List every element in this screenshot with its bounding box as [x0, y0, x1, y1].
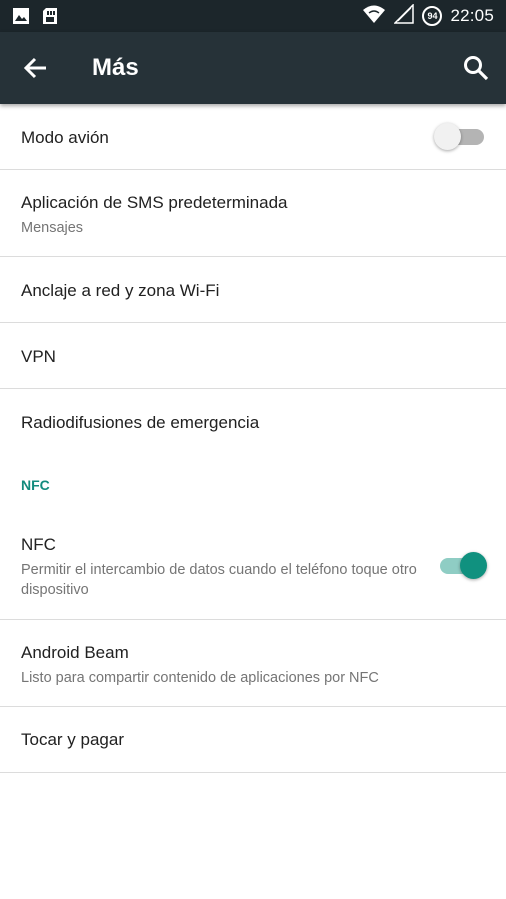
- list-item-tap-and-pay[interactable]: Tocar y pagar: [0, 707, 506, 773]
- item-summary: Permitir el intercambio de datos cuando …: [21, 562, 417, 598]
- image-icon: [12, 7, 30, 30]
- signal-icon: [393, 2, 415, 29]
- search-button[interactable]: [462, 54, 490, 82]
- item-label: VPN: [21, 347, 56, 366]
- page-title: Más: [92, 54, 139, 81]
- list-item-nfc[interactable]: NFC Permitir el intercambio de datos cua…: [0, 521, 506, 620]
- battery-icon: 94: [422, 6, 443, 26]
- item-label: Tocar y pagar: [21, 730, 124, 749]
- status-time: 22:05: [450, 6, 494, 25]
- sd-card-icon: [42, 7, 58, 30]
- item-summary: Listo para compartir contenido de aplica…: [21, 670, 379, 686]
- nfc-switch[interactable]: [438, 549, 487, 583]
- item-label: Anclaje a red y zona Wi-Fi: [21, 281, 220, 300]
- back-button[interactable]: [20, 54, 52, 82]
- list-item-default-sms-app[interactable]: Aplicación de SMS predeterminada Mensaje…: [0, 170, 506, 257]
- item-label: NFC: [21, 535, 56, 554]
- section-header-label: NFC: [21, 477, 50, 493]
- list-item-airplane-mode[interactable]: Modo avión: [0, 104, 506, 170]
- search-icon: [462, 56, 490, 86]
- list-item-emergency-broadcasts[interactable]: Radiodifusiones de emergencia: [0, 389, 506, 455]
- switch-thumb: [434, 123, 461, 150]
- wifi-icon: [362, 4, 386, 29]
- status-bar: 94 22:05: [0, 0, 506, 32]
- list-item-tethering-hotspot[interactable]: Anclaje a red y zona Wi-Fi: [0, 257, 506, 323]
- list-item-android-beam[interactable]: Android Beam Listo para compartir conten…: [0, 620, 506, 707]
- arrow-left-icon: [20, 57, 52, 86]
- item-label: Modo avión: [21, 128, 109, 147]
- switch-thumb: [460, 552, 487, 579]
- item-summary: Mensajes: [21, 220, 84, 236]
- item-label: Aplicación de SMS predeterminada: [21, 193, 288, 212]
- settings-list: Modo avión Aplicación de SMS predetermin…: [0, 104, 506, 773]
- list-item-vpn[interactable]: VPN: [0, 323, 506, 389]
- battery-level: 94: [427, 11, 438, 21]
- item-label: Android Beam: [21, 643, 129, 662]
- toolbar: Más: [0, 32, 506, 104]
- item-label: Radiodifusiones de emergencia: [21, 413, 260, 432]
- section-header-nfc: NFC: [0, 455, 506, 521]
- airplane-mode-switch[interactable]: [434, 120, 484, 154]
